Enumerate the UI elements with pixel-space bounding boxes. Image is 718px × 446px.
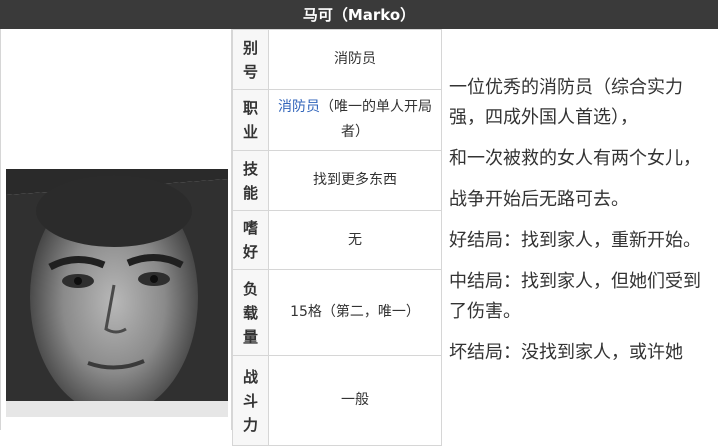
attr-value: 一般 — [268, 355, 442, 446]
character-portrait — [6, 169, 228, 417]
attr-value: 找到更多东西 — [268, 150, 442, 211]
description-paragraph: 和一次被救的女人有两个女儿， — [449, 148, 701, 169]
attr-row-alias: 别号 消防员 — [232, 29, 442, 90]
attr-value: 消防员 — [268, 29, 442, 90]
portrait-image — [6, 169, 228, 417]
description-paragraph: 一位优秀的消防员（综合实力强，四成外国人首选）， — [449, 77, 683, 128]
attr-key: 职业 — [232, 89, 269, 151]
attr-row-hobby: 嗜好 无 — [232, 210, 442, 270]
portrait-cell — [0, 29, 232, 430]
attr-value: 15格（第二，唯一） — [268, 269, 442, 356]
description-paragraph: 中结局：找到家人，但她们受到了伤害。 — [449, 271, 701, 322]
attr-key: 技能 — [232, 150, 269, 211]
description-paragraph: 坏结局：没找到家人，或许她 — [449, 342, 683, 363]
character-infobox: 马可（Marko） 别号 消防员 职业 消防员（唯一的单人开局者） 技能 找到更… — [0, 0, 718, 446]
attr-key: 别号 — [232, 29, 269, 90]
attr-value: 消防员（唯一的单人开局者） — [268, 89, 442, 151]
occupation-link[interactable]: 消防员 — [278, 99, 320, 115]
occupation-note: （唯一的单人开局者） — [320, 99, 432, 140]
attr-row-occupation: 职业 消防员（唯一的单人开局者） — [232, 89, 442, 151]
attr-value: 无 — [268, 210, 442, 270]
description-paragraph: 好结局：找到家人，重新开始。 — [449, 230, 701, 251]
attr-key: 负载量 — [232, 269, 269, 356]
character-title: 马可（Marko） — [0, 0, 718, 29]
attr-row-skill: 技能 找到更多东西 — [232, 150, 442, 211]
description-cell: 一位优秀的消防员（综合实力强，四成外国人首选）， 和一次被救的女人有两个女儿， … — [441, 29, 718, 430]
attr-row-capacity: 负载量 15格（第二，唯一） — [232, 269, 442, 356]
attr-key: 嗜好 — [232, 210, 269, 270]
attribute-table: 别号 消防员 职业 消防员（唯一的单人开局者） 技能 找到更多东西 嗜好 无 负… — [232, 29, 442, 446]
attr-row-combat: 战斗力 一般 — [232, 355, 442, 446]
description-paragraph: 战争开始后无路可去。 — [449, 189, 629, 210]
attr-key: 战斗力 — [232, 355, 269, 446]
